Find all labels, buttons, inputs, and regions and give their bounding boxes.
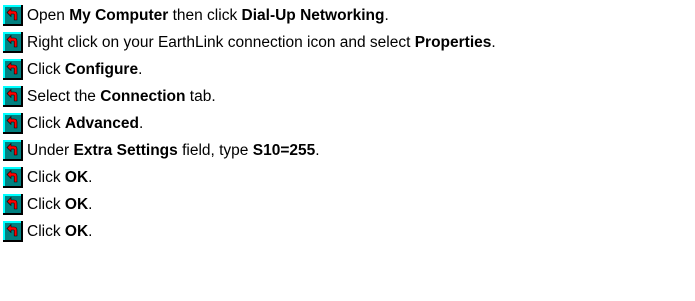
- step-text-bold: Dial-Up Networking: [241, 6, 385, 24]
- step-text-part: .: [384, 6, 389, 24]
- step-text-part: Right click on your EarthLink connection…: [27, 33, 415, 51]
- step-text: Under Extra Settings field, type S10=255…: [27, 143, 320, 159]
- step-text-part: .: [138, 114, 144, 132]
- step-text: Click OK.: [27, 224, 92, 240]
- step-text: Click OK.: [27, 170, 92, 186]
- step-text: Click Configure.: [27, 62, 142, 78]
- step-text-part: Click: [27, 60, 65, 78]
- step-text-bold: OK: [64, 168, 89, 186]
- step-text: Select the Connection tab.: [27, 89, 216, 105]
- step-text-bold: My Computer: [69, 6, 169, 24]
- step-row: Click Configure.: [3, 56, 496, 83]
- step-text-part: Open: [27, 6, 70, 24]
- step-text-part: Select the: [27, 87, 101, 105]
- step-text-bold: Configure: [64, 60, 139, 78]
- step-row: Under Extra Settings field, type S10=255…: [3, 137, 496, 164]
- step-text: Right click on your EarthLink connection…: [27, 35, 496, 51]
- jump-arrow-icon[interactable]: [3, 5, 23, 26]
- step-text-bold: Extra Settings: [73, 141, 178, 159]
- step-text-part: .: [491, 33, 496, 51]
- step-text-part: Under: [27, 141, 74, 159]
- jump-arrow-icon[interactable]: [3, 113, 23, 134]
- jump-arrow-icon[interactable]: [3, 221, 23, 242]
- instruction-steps-list: Open My Computer then click Dial-Up Netw…: [3, 2, 496, 245]
- step-text-part: field, type: [177, 141, 253, 159]
- step-text-part: then click: [168, 6, 242, 24]
- jump-arrow-icon[interactable]: [3, 140, 23, 161]
- step-row: Click OK.: [3, 218, 496, 245]
- step-row: Right click on your EarthLink connection…: [3, 29, 496, 56]
- jump-arrow-icon[interactable]: [3, 167, 23, 188]
- step-row: Click Advanced.: [3, 110, 496, 137]
- step-text-part: .: [88, 195, 93, 213]
- step-text: Click Advanced.: [27, 116, 143, 132]
- step-text-part: .: [315, 141, 320, 159]
- step-text-part: .: [88, 222, 93, 240]
- step-row: Click OK.: [3, 191, 496, 218]
- step-text-bold: OK: [64, 195, 89, 213]
- jump-arrow-icon[interactable]: [3, 32, 23, 53]
- step-text-bold: Connection: [100, 87, 186, 105]
- step-row: Click OK.: [3, 164, 496, 191]
- step-text-bold: Advanced: [64, 114, 139, 132]
- step-text-bold: S10=255: [252, 141, 316, 159]
- step-text-part: Click: [27, 168, 65, 186]
- step-text: Open My Computer then click Dial-Up Netw…: [27, 8, 389, 24]
- step-row: Select the Connection tab.: [3, 83, 496, 110]
- jump-arrow-icon[interactable]: [3, 194, 23, 215]
- step-text-bold: OK: [64, 222, 89, 240]
- step-text-part: Click: [27, 222, 65, 240]
- step-text-part: Click: [27, 114, 65, 132]
- step-text-part: tab.: [185, 87, 216, 105]
- step-row: Open My Computer then click Dial-Up Netw…: [3, 2, 496, 29]
- step-text-part: .: [138, 60, 143, 78]
- step-text-part: .: [88, 168, 93, 186]
- jump-arrow-icon[interactable]: [3, 86, 23, 107]
- step-text-part: Click: [27, 195, 65, 213]
- step-text-bold: Properties: [414, 33, 492, 51]
- jump-arrow-icon[interactable]: [3, 59, 23, 80]
- step-text: Click OK.: [27, 197, 92, 213]
